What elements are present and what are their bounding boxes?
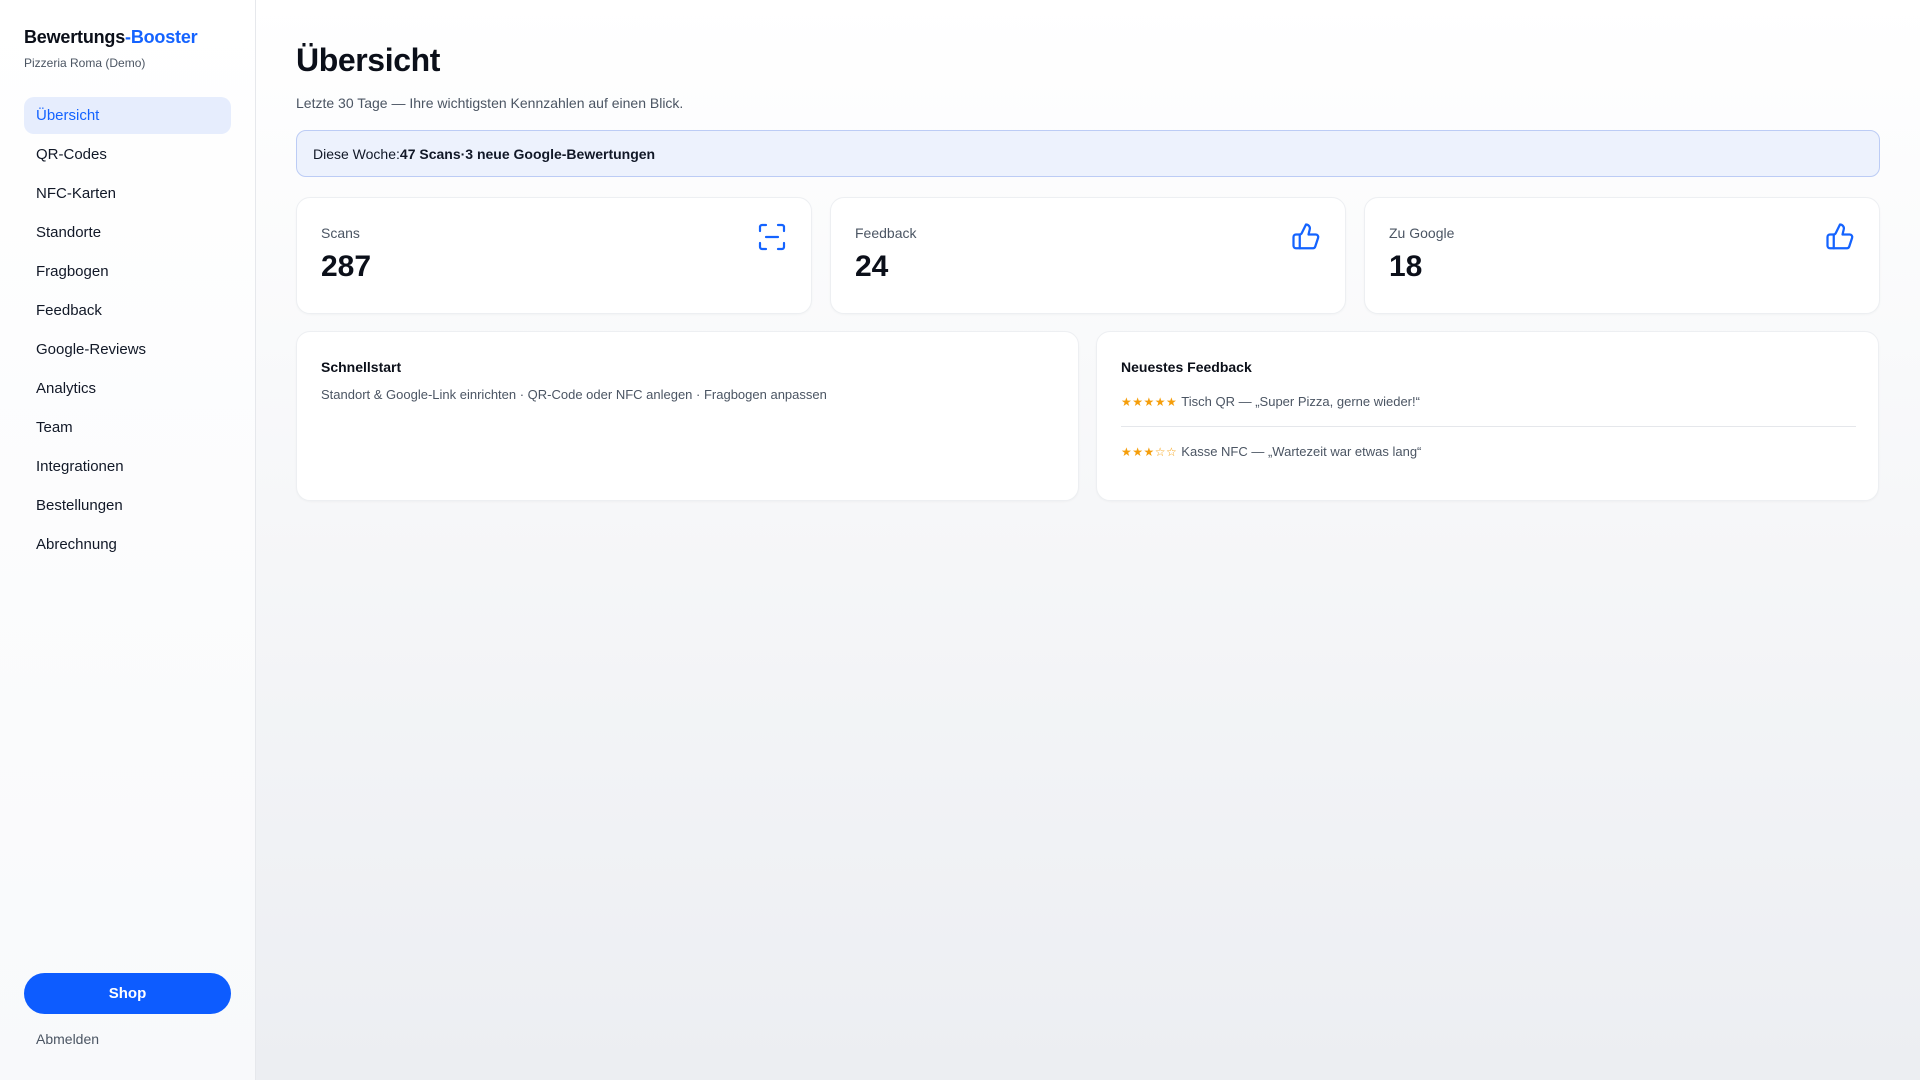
sidebar-item-team[interactable]: Team — [24, 409, 231, 446]
sidebar-item-bestellungen[interactable]: Bestellungen — [24, 487, 231, 524]
stat-label: Feedback — [855, 225, 917, 241]
sidebar-item-analytics[interactable]: Analytics — [24, 370, 231, 407]
feedback-text: Tisch QR — „Super Pizza, gerne wieder!“ — [1181, 394, 1420, 409]
logout-link[interactable]: Abmelden — [36, 1031, 99, 1047]
sidebar-item-abrechnung[interactable]: Abrechnung — [24, 526, 231, 563]
stat-value: 18 — [1389, 250, 1423, 283]
brand-name: Bewertungs — [24, 27, 126, 47]
banner-reviews: 3 neue Google-Bewertungen — [465, 145, 656, 162]
sidebar-nav: Übersicht QR-Codes NFC-Karten Standorte … — [24, 97, 231, 565]
sidebar-item-uebersicht[interactable]: Übersicht — [24, 97, 231, 134]
banner-prefix: Diese Woche: — [313, 145, 400, 162]
page-subtitle: Letzte 30 Tage — Ihre wichtigsten Kennza… — [296, 95, 684, 111]
quickstart-text: Standort & Google-Link einrichten · QR-C… — [321, 387, 827, 402]
sidebar-item-integrationen[interactable]: Integrationen — [24, 448, 231, 485]
thumbs-up-icon — [1826, 223, 1854, 250]
shop-button[interactable]: Shop — [24, 973, 231, 1014]
latest-feedback-panel: Neuestes Feedback ★★★★★ Tisch QR — „Super… — [1096, 331, 1879, 501]
sidebar-item-standorte[interactable]: Standorte — [24, 214, 231, 251]
latest-feedback-title: Neuestes Feedback — [1121, 359, 1252, 375]
star-rating: ★★★☆☆ — [1121, 445, 1178, 459]
brand-logo: Bewertungs-Booster — [24, 27, 198, 48]
thumbs-up-icon — [1292, 223, 1320, 250]
stat-card-zu-google: Zu Google 18 — [1364, 197, 1880, 314]
brand-subtitle: Pizzeria Roma (Demo) — [24, 56, 146, 70]
stat-card-feedback: Feedback 24 — [830, 197, 1346, 314]
sidebar-item-qr-codes[interactable]: QR-Codes — [24, 136, 231, 173]
page-title: Übersicht — [296, 42, 440, 78]
sidebar-item-feedback[interactable]: Feedback — [24, 292, 231, 329]
feedback-text: Kasse NFC — „Wartezeit war etwas lang“ — [1181, 444, 1422, 459]
star-rating: ★★★★★ — [1121, 395, 1178, 409]
quickstart-title: Schnellstart — [321, 359, 402, 375]
brand-name-accent: -Booster — [125, 27, 198, 47]
feedback-item: ★★★★★ Tisch QR — „Super Pizza, gerne wied… — [1121, 394, 1856, 409]
sidebar-item-google-reviews[interactable]: Google-Reviews — [24, 331, 231, 368]
quickstart-panel: Schnellstart Standort & Google-Link einr… — [296, 331, 1079, 501]
scan-icon — [758, 223, 786, 251]
feedback-divider — [1121, 426, 1856, 427]
weekly-summary-banner: Diese Woche: 47 Scans · 3 neue Google-Be… — [296, 130, 1880, 177]
sidebar: Bewertungs-Booster Pizzeria Roma (Demo) … — [0, 0, 256, 1080]
stat-card-scans: Scans 287 — [296, 197, 812, 314]
stat-label: Zu Google — [1389, 225, 1455, 241]
stat-value: 287 — [321, 250, 372, 283]
sidebar-item-fragbogen[interactable]: Fragbogen — [24, 253, 231, 290]
feedback-item: ★★★☆☆ Kasse NFC — „Wartezeit war etwas la… — [1121, 444, 1856, 459]
banner-scans: 47 Scans — [399, 145, 461, 162]
stat-label: Scans — [321, 225, 360, 241]
stat-value: 24 — [855, 250, 889, 283]
sidebar-item-nfc-karten[interactable]: NFC-Karten — [24, 175, 231, 212]
